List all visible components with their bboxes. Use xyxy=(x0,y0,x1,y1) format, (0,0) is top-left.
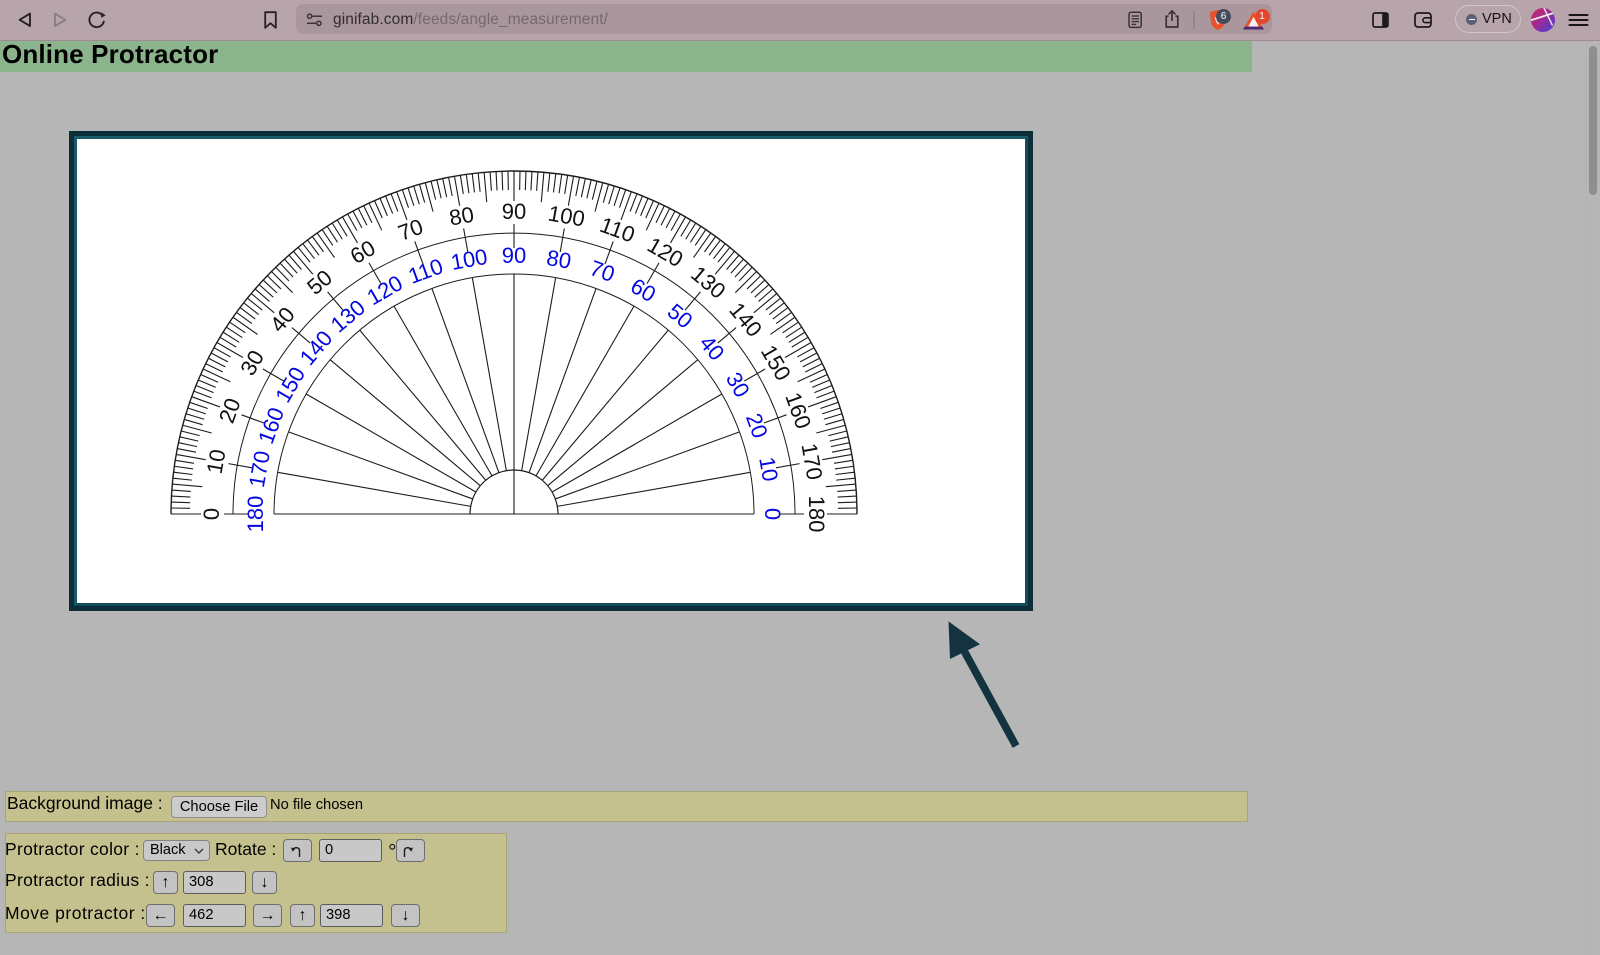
svg-text:60: 60 xyxy=(626,273,660,307)
svg-text:120: 120 xyxy=(643,232,687,272)
svg-text:120: 120 xyxy=(363,270,407,310)
svg-text:90: 90 xyxy=(502,243,526,268)
svg-text:160: 160 xyxy=(780,389,816,432)
svg-text:100: 100 xyxy=(449,244,490,275)
svg-text:80: 80 xyxy=(447,202,475,231)
svg-text:40: 40 xyxy=(695,330,730,365)
svg-text:10: 10 xyxy=(202,447,231,475)
svg-text:110: 110 xyxy=(597,212,639,247)
svg-text:0: 0 xyxy=(760,508,785,520)
svg-text:110: 110 xyxy=(405,253,447,288)
svg-text:20: 20 xyxy=(214,395,246,427)
svg-text:170: 170 xyxy=(244,449,275,490)
svg-text:70: 70 xyxy=(395,214,427,246)
svg-text:180: 180 xyxy=(804,496,829,533)
svg-text:40: 40 xyxy=(265,302,300,337)
svg-text:30: 30 xyxy=(235,346,269,380)
svg-text:160: 160 xyxy=(253,404,289,447)
svg-text:130: 130 xyxy=(326,295,370,338)
svg-text:80: 80 xyxy=(545,245,573,274)
svg-text:90: 90 xyxy=(502,199,526,224)
svg-text:50: 50 xyxy=(302,265,337,300)
svg-text:20: 20 xyxy=(741,410,773,442)
svg-text:170: 170 xyxy=(796,441,827,482)
svg-text:150: 150 xyxy=(756,341,796,385)
svg-text:70: 70 xyxy=(587,255,619,287)
svg-text:50: 50 xyxy=(663,299,698,334)
svg-text:30: 30 xyxy=(721,368,755,402)
svg-text:150: 150 xyxy=(270,363,310,407)
svg-text:140: 140 xyxy=(295,326,338,370)
svg-text:180: 180 xyxy=(243,496,268,533)
svg-text:10: 10 xyxy=(754,455,783,483)
svg-text:100: 100 xyxy=(546,201,587,232)
svg-text:0: 0 xyxy=(199,508,224,520)
svg-text:60: 60 xyxy=(346,235,380,269)
